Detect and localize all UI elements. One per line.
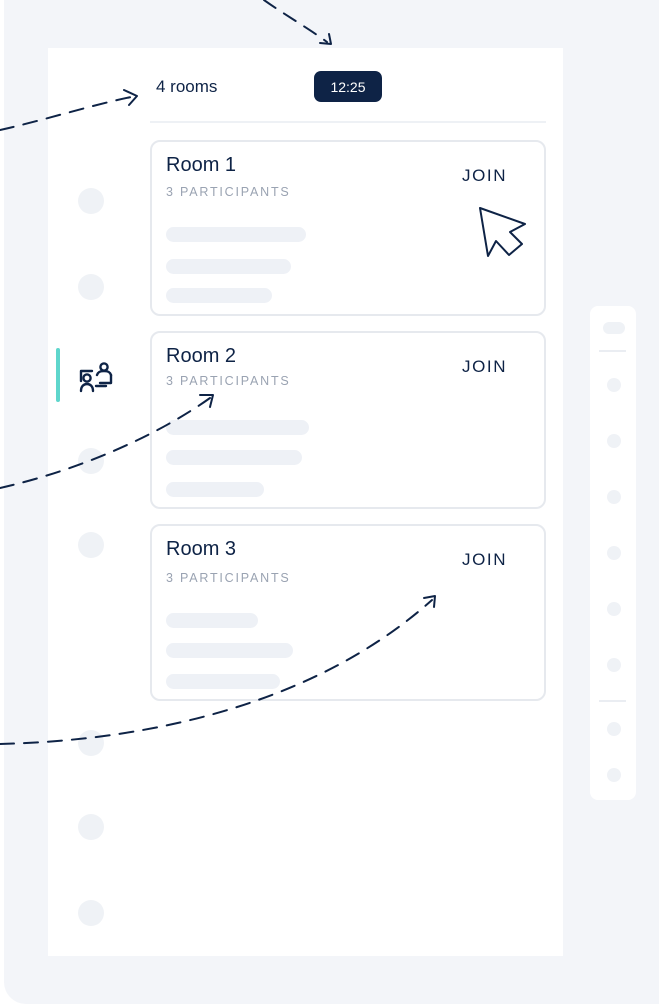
room-count: 4 rooms — [156, 77, 218, 96]
scrollbar-dot[interactable] — [607, 434, 621, 448]
skeleton-line — [166, 450, 302, 465]
sidebar-active-indicator — [56, 348, 60, 402]
scrollbar-divider — [599, 350, 626, 352]
join-button[interactable]: JOIN — [462, 166, 507, 186]
header-divider — [150, 121, 546, 123]
sidebar-item[interactable] — [78, 814, 104, 840]
scrollbar-divider — [599, 700, 626, 702]
room-card: Room 3 3 PARTICIPANTS JOIN — [150, 524, 546, 701]
skeleton-line — [166, 227, 306, 242]
sidebar-item[interactable] — [78, 900, 104, 926]
room-card: Room 1 3 PARTICIPANTS JOIN — [150, 140, 546, 316]
join-button[interactable]: JOIN — [462, 550, 507, 570]
join-button[interactable]: JOIN — [462, 357, 507, 377]
room-participants: 3 PARTICIPANTS — [166, 374, 291, 388]
skeleton-line — [166, 259, 291, 274]
skeleton-line — [166, 420, 309, 435]
rooms-icon[interactable] — [78, 360, 114, 394]
sidebar-item[interactable] — [78, 448, 104, 474]
scrollbar-dot[interactable] — [607, 722, 621, 736]
skeleton-line — [166, 613, 258, 628]
scrollbar-dot[interactable] — [607, 602, 621, 616]
skeleton-line — [166, 674, 280, 689]
scrollbar-dot[interactable] — [607, 768, 621, 782]
scrollbar-dot[interactable] — [607, 546, 621, 560]
scrollbar[interactable] — [590, 306, 636, 800]
scrollbar-dot[interactable] — [607, 658, 621, 672]
skeleton-line — [166, 288, 272, 303]
time-badge: 12:25 — [314, 71, 382, 102]
room-participants: 3 PARTICIPANTS — [166, 185, 291, 199]
sidebar-item[interactable] — [78, 730, 104, 756]
room-title: Room 1 — [166, 154, 237, 176]
room-participants: 3 PARTICIPANTS — [166, 571, 291, 585]
room-card: Room 2 3 PARTICIPANTS JOIN — [150, 331, 546, 509]
sidebar-item[interactable] — [78, 188, 104, 214]
sidebar-item[interactable] — [78, 274, 104, 300]
room-title: Room 2 — [166, 345, 237, 367]
room-title: Room 3 — [166, 538, 237, 560]
scrollbar-thumb[interactable] — [603, 322, 625, 334]
skeleton-line — [166, 643, 293, 658]
skeleton-line — [166, 482, 264, 497]
sidebar-item[interactable] — [78, 532, 104, 558]
scrollbar-dot[interactable] — [607, 490, 621, 504]
scrollbar-dot[interactable] — [607, 378, 621, 392]
